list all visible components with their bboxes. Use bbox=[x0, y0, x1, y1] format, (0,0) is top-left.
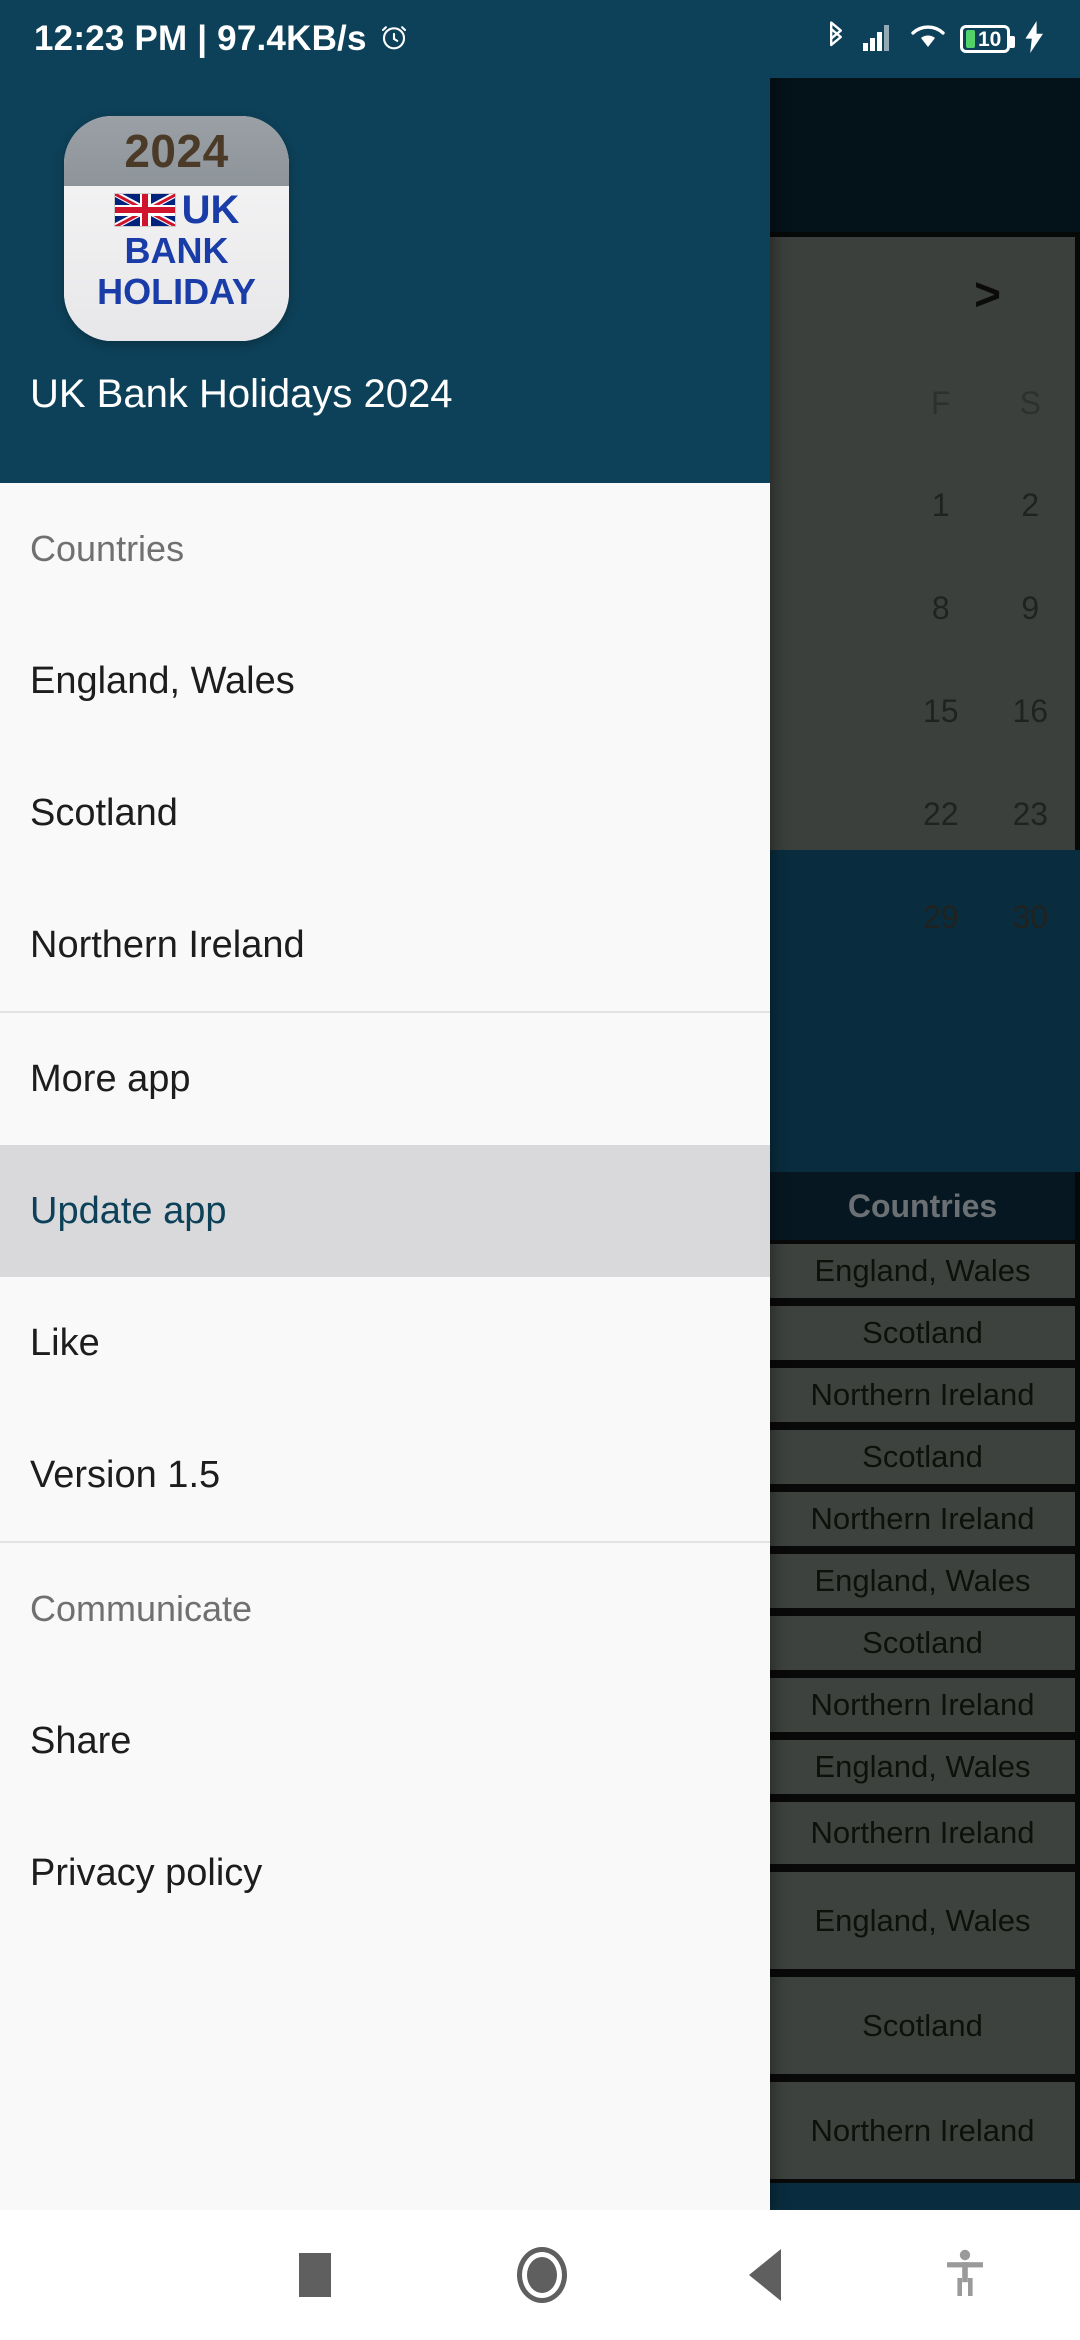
status-bar-left: 12:23 PM | 97.4KB/s bbox=[34, 19, 409, 59]
app-icon-holiday-label: HOLIDAY bbox=[97, 271, 256, 313]
circle-home-icon[interactable] bbox=[492, 2210, 592, 2340]
drawer-section-label-communicate: Communicate bbox=[30, 1588, 253, 1629]
triangle-back-icon[interactable] bbox=[715, 2210, 815, 2340]
drawer-item-northern-ireland[interactable]: Northern Ireland bbox=[0, 879, 770, 1011]
drawer-item-version[interactable]: Version 1.5 bbox=[0, 1409, 770, 1541]
accessibility-icon[interactable] bbox=[915, 2210, 1015, 2340]
drawer-item-england-wales[interactable]: England, Wales bbox=[0, 615, 770, 747]
app-icon-year-band: 2024 bbox=[64, 116, 289, 186]
app-icon-bank-label: BANK bbox=[124, 230, 229, 271]
cellular-signal-icon bbox=[862, 22, 896, 57]
status-bar-right: 10 bbox=[824, 20, 1046, 58]
drawer-section-label-countries: Countries bbox=[30, 528, 185, 569]
charging-bolt-icon bbox=[1024, 20, 1046, 58]
system-navigation-bar bbox=[0, 2210, 1080, 2340]
app-icon-uk-label: UK bbox=[181, 188, 240, 232]
app-icon: 2024 UK BANK HOLIDAY bbox=[64, 116, 289, 341]
drawer-item-scotland[interactable]: Scotland bbox=[0, 747, 770, 879]
app-icon-body: UK BANK HOLIDAY bbox=[64, 186, 289, 341]
battery-fill bbox=[966, 30, 975, 48]
drawer-scrim-overlay[interactable] bbox=[770, 78, 1080, 2210]
bluetooth-icon bbox=[824, 20, 848, 58]
status-clock-and-netspeed: 12:23 PM | 97.4KB/s bbox=[34, 19, 367, 58]
app-icon-first-line: UK bbox=[113, 188, 240, 232]
drawer-item-privacy-policy[interactable]: Privacy policy bbox=[0, 1807, 770, 1939]
alarm-clock-icon bbox=[379, 22, 409, 57]
app-icon-year: 2024 bbox=[124, 125, 229, 177]
phone-screen: > F S 1 2 8 9 15 16 22 23 29 30 Countrie… bbox=[0, 0, 1080, 2340]
navigation-drawer: 2024 UK BANK HOLIDAY UK Bank Holidays 20… bbox=[0, 0, 770, 2210]
drawer-item-share[interactable]: Share bbox=[0, 1675, 770, 1807]
battery-level-label: 10 bbox=[978, 27, 1002, 51]
square-recents-icon[interactable] bbox=[265, 2210, 365, 2340]
wifi-icon bbox=[910, 22, 946, 57]
battery-icon: 10 bbox=[960, 25, 1015, 53]
drawer-item-more-app[interactable]: More app bbox=[0, 1013, 770, 1145]
drawer-item-like[interactable]: Like bbox=[0, 1277, 770, 1409]
drawer-item-update-app[interactable]: Update app bbox=[0, 1145, 770, 1277]
drawer-app-title: UK Bank Holidays 2024 bbox=[30, 372, 453, 416]
uk-flag-icon bbox=[113, 193, 176, 227]
status-bar: 12:23 PM | 97.4KB/s 10 bbox=[0, 0, 1080, 78]
